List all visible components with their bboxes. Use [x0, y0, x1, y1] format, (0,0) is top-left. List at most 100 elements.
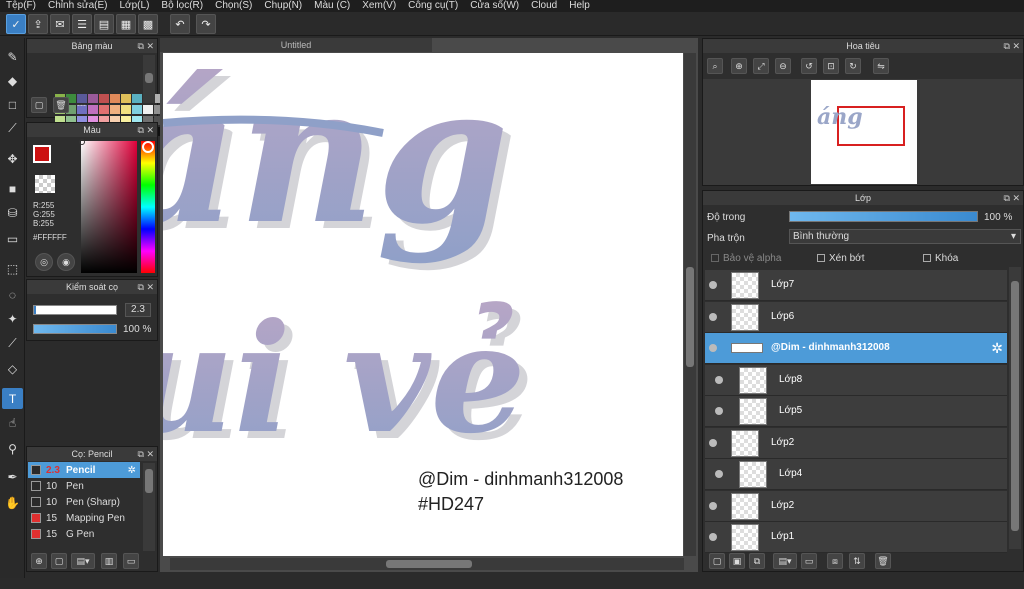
- select-rect-tool-icon[interactable]: ⬚: [2, 258, 23, 279]
- canvas-hscrollbar[interactable]: [170, 558, 684, 570]
- eye-icon[interactable]: [709, 533, 717, 541]
- reset-view-icon[interactable]: ⊡: [823, 58, 839, 74]
- protect-alpha-checkbox[interactable]: Bảo vệ alpha: [711, 253, 781, 264]
- transparent-color[interactable]: [35, 175, 55, 193]
- layer-row[interactable]: Lớp4: [705, 459, 1007, 490]
- swatch[interactable]: [88, 105, 98, 114]
- menu-item-4[interactable]: Chọn(S): [209, 0, 258, 12]
- redo-icon[interactable]: ↷: [196, 14, 216, 34]
- menu-item-3[interactable]: Bộ lọc(R): [155, 0, 209, 12]
- palette-icon[interactable]: ◎: [35, 253, 53, 271]
- document-tab[interactable]: Untitled: [160, 38, 432, 52]
- delete-layer-icon[interactable]: 🗑: [875, 553, 891, 569]
- zoom-out-icon[interactable]: ⊖: [775, 58, 791, 74]
- add-brush-icon[interactable]: ⊕: [31, 553, 47, 569]
- new-layer-alt-icon[interactable]: ▣: [729, 553, 745, 569]
- lasso-tool-icon[interactable]: ◌: [2, 284, 23, 305]
- page-icon[interactable]: ▤: [94, 14, 114, 34]
- brush-size-slider[interactable]: [33, 305, 117, 315]
- layer-row[interactable]: Lớp8: [705, 364, 1007, 396]
- eraser-tool-icon[interactable]: ◆: [2, 70, 23, 91]
- brush-row[interactable]: 15 Mapping Pen: [28, 510, 140, 526]
- layer-row[interactable]: Lớp7: [705, 270, 1007, 301]
- delete-swatch-icon[interactable]: 🗑: [53, 97, 69, 113]
- clipping-checkbox[interactable]: Xén bớt: [817, 253, 864, 264]
- swatch[interactable]: [121, 94, 131, 103]
- rotate-right-icon[interactable]: ↻: [845, 58, 861, 74]
- new-layer-icon[interactable]: ▢: [709, 553, 725, 569]
- layer-swap-icon[interactable]: ⇅: [849, 553, 865, 569]
- swatch[interactable]: [110, 105, 120, 114]
- text-tool-icon[interactable]: T: [2, 388, 23, 409]
- swatch[interactable]: [99, 105, 109, 114]
- layer-row[interactable]: Lớp2: [705, 490, 1007, 522]
- layers-scrollbar[interactable]: [1009, 267, 1021, 549]
- pen-tool-icon[interactable]: ⟋: [2, 118, 23, 139]
- brush-row[interactable]: 15 G Pen: [28, 526, 140, 542]
- hand-tool-icon[interactable]: ✋: [2, 492, 23, 513]
- flip-icon[interactable]: ⇋: [873, 58, 889, 74]
- blend-mode-select[interactable]: Bình thường ▾: [789, 229, 1021, 244]
- layer-menu-icon[interactable]: ▤▾: [773, 553, 797, 569]
- menu-item-2[interactable]: Lớp(L): [114, 0, 156, 12]
- menu-item-7[interactable]: Xem(V): [356, 0, 402, 12]
- fit-screen-icon[interactable]: ⤢: [753, 58, 769, 74]
- swatch[interactable]: [99, 94, 109, 103]
- gear-icon[interactable]: ✲: [991, 340, 1003, 357]
- layer-row[interactable]: Lớp6: [705, 301, 1007, 333]
- select-eraser-tool-icon[interactable]: ◇: [2, 358, 23, 379]
- brush-doc-icon[interactable]: ▥: [101, 553, 117, 569]
- swatch[interactable]: [88, 94, 98, 103]
- brush-menu-icon[interactable]: ▤▾: [71, 553, 95, 569]
- menu-item-1[interactable]: Chỉnh sửa(E): [42, 0, 114, 12]
- duplicate-layer-icon[interactable]: ⧉: [749, 553, 765, 569]
- eye-icon[interactable]: [715, 407, 723, 415]
- panel-icon[interactable]: ▦: [116, 14, 136, 34]
- chat-icon[interactable]: ✉: [50, 14, 70, 34]
- swatch[interactable]: [132, 105, 142, 114]
- color-sv-picker[interactable]: [79, 139, 137, 273]
- eye-icon[interactable]: [709, 281, 717, 289]
- menu-item-11[interactable]: Help: [563, 0, 596, 12]
- drawing-canvas[interactable]: áng áng ui vẻ ui vẻ @Dim - dinhmanh31200…: [163, 53, 683, 556]
- brush-opacity-slider[interactable]: [33, 324, 117, 334]
- eye-icon[interactable]: [715, 375, 723, 384]
- layer-folder-icon[interactable]: ▭: [801, 553, 817, 569]
- new-brush-icon[interactable]: ▢: [51, 553, 67, 569]
- layer-row[interactable]: Lớp5: [705, 396, 1007, 427]
- hand-point-tool-icon[interactable]: ☝: [2, 412, 23, 433]
- hue-slider[interactable]: [141, 141, 155, 273]
- canvas-vscrollbar[interactable]: [684, 53, 696, 556]
- swatch[interactable]: [110, 94, 120, 103]
- zoom-fit-icon[interactable]: ⌕: [707, 58, 723, 74]
- menu-item-8[interactable]: Công cụ(T): [402, 0, 464, 12]
- select-pen-tool-icon[interactable]: ⟋: [2, 333, 23, 354]
- menu-item-10[interactable]: Cloud: [525, 0, 563, 12]
- rotate-left-icon[interactable]: ↺: [801, 58, 817, 74]
- menu-item-6[interactable]: Màu (C): [308, 0, 356, 12]
- brush-row[interactable]: 10 Pen (Sharp): [28, 494, 140, 510]
- menu-item-0[interactable]: Tệp(F): [0, 0, 42, 12]
- navigator-preview[interactable]: áng: [811, 80, 917, 184]
- pipette-tool-icon[interactable]: ✒: [2, 466, 23, 487]
- magic-wand-tool-icon[interactable]: ✦: [2, 308, 23, 329]
- fill-rect-tool-icon[interactable]: ■: [2, 178, 23, 199]
- share-icon[interactable]: ⇪: [28, 14, 48, 34]
- swatch[interactable]: [143, 105, 153, 114]
- brush-tool-icon[interactable]: ✎: [2, 46, 23, 67]
- layer-row[interactable]: @Dim - dinhmanh312008 ✲: [705, 333, 1007, 364]
- brush-row[interactable]: 10 Pen: [28, 478, 140, 494]
- eye-icon[interactable]: [715, 470, 723, 478]
- comment-icon[interactable]: ☰: [72, 14, 92, 34]
- gradient-tool-icon[interactable]: ▭: [2, 228, 23, 249]
- brush-settings-icon[interactable]: ✲: [128, 465, 136, 476]
- zoom-in-icon[interactable]: ⊕: [731, 58, 747, 74]
- eye-icon[interactable]: [709, 438, 717, 447]
- merge-layer-icon[interactable]: ⧈: [827, 553, 843, 569]
- menu-item-5[interactable]: Chụp(N): [258, 0, 308, 12]
- palette-settings-icon[interactable]: ◉: [57, 253, 75, 271]
- primary-color[interactable]: [33, 145, 51, 163]
- eyedropper-tool-icon[interactable]: ⚲: [2, 438, 23, 459]
- bucket-tool-icon[interactable]: ⛁: [2, 202, 23, 223]
- new-swatch-icon[interactable]: ▢: [31, 97, 47, 113]
